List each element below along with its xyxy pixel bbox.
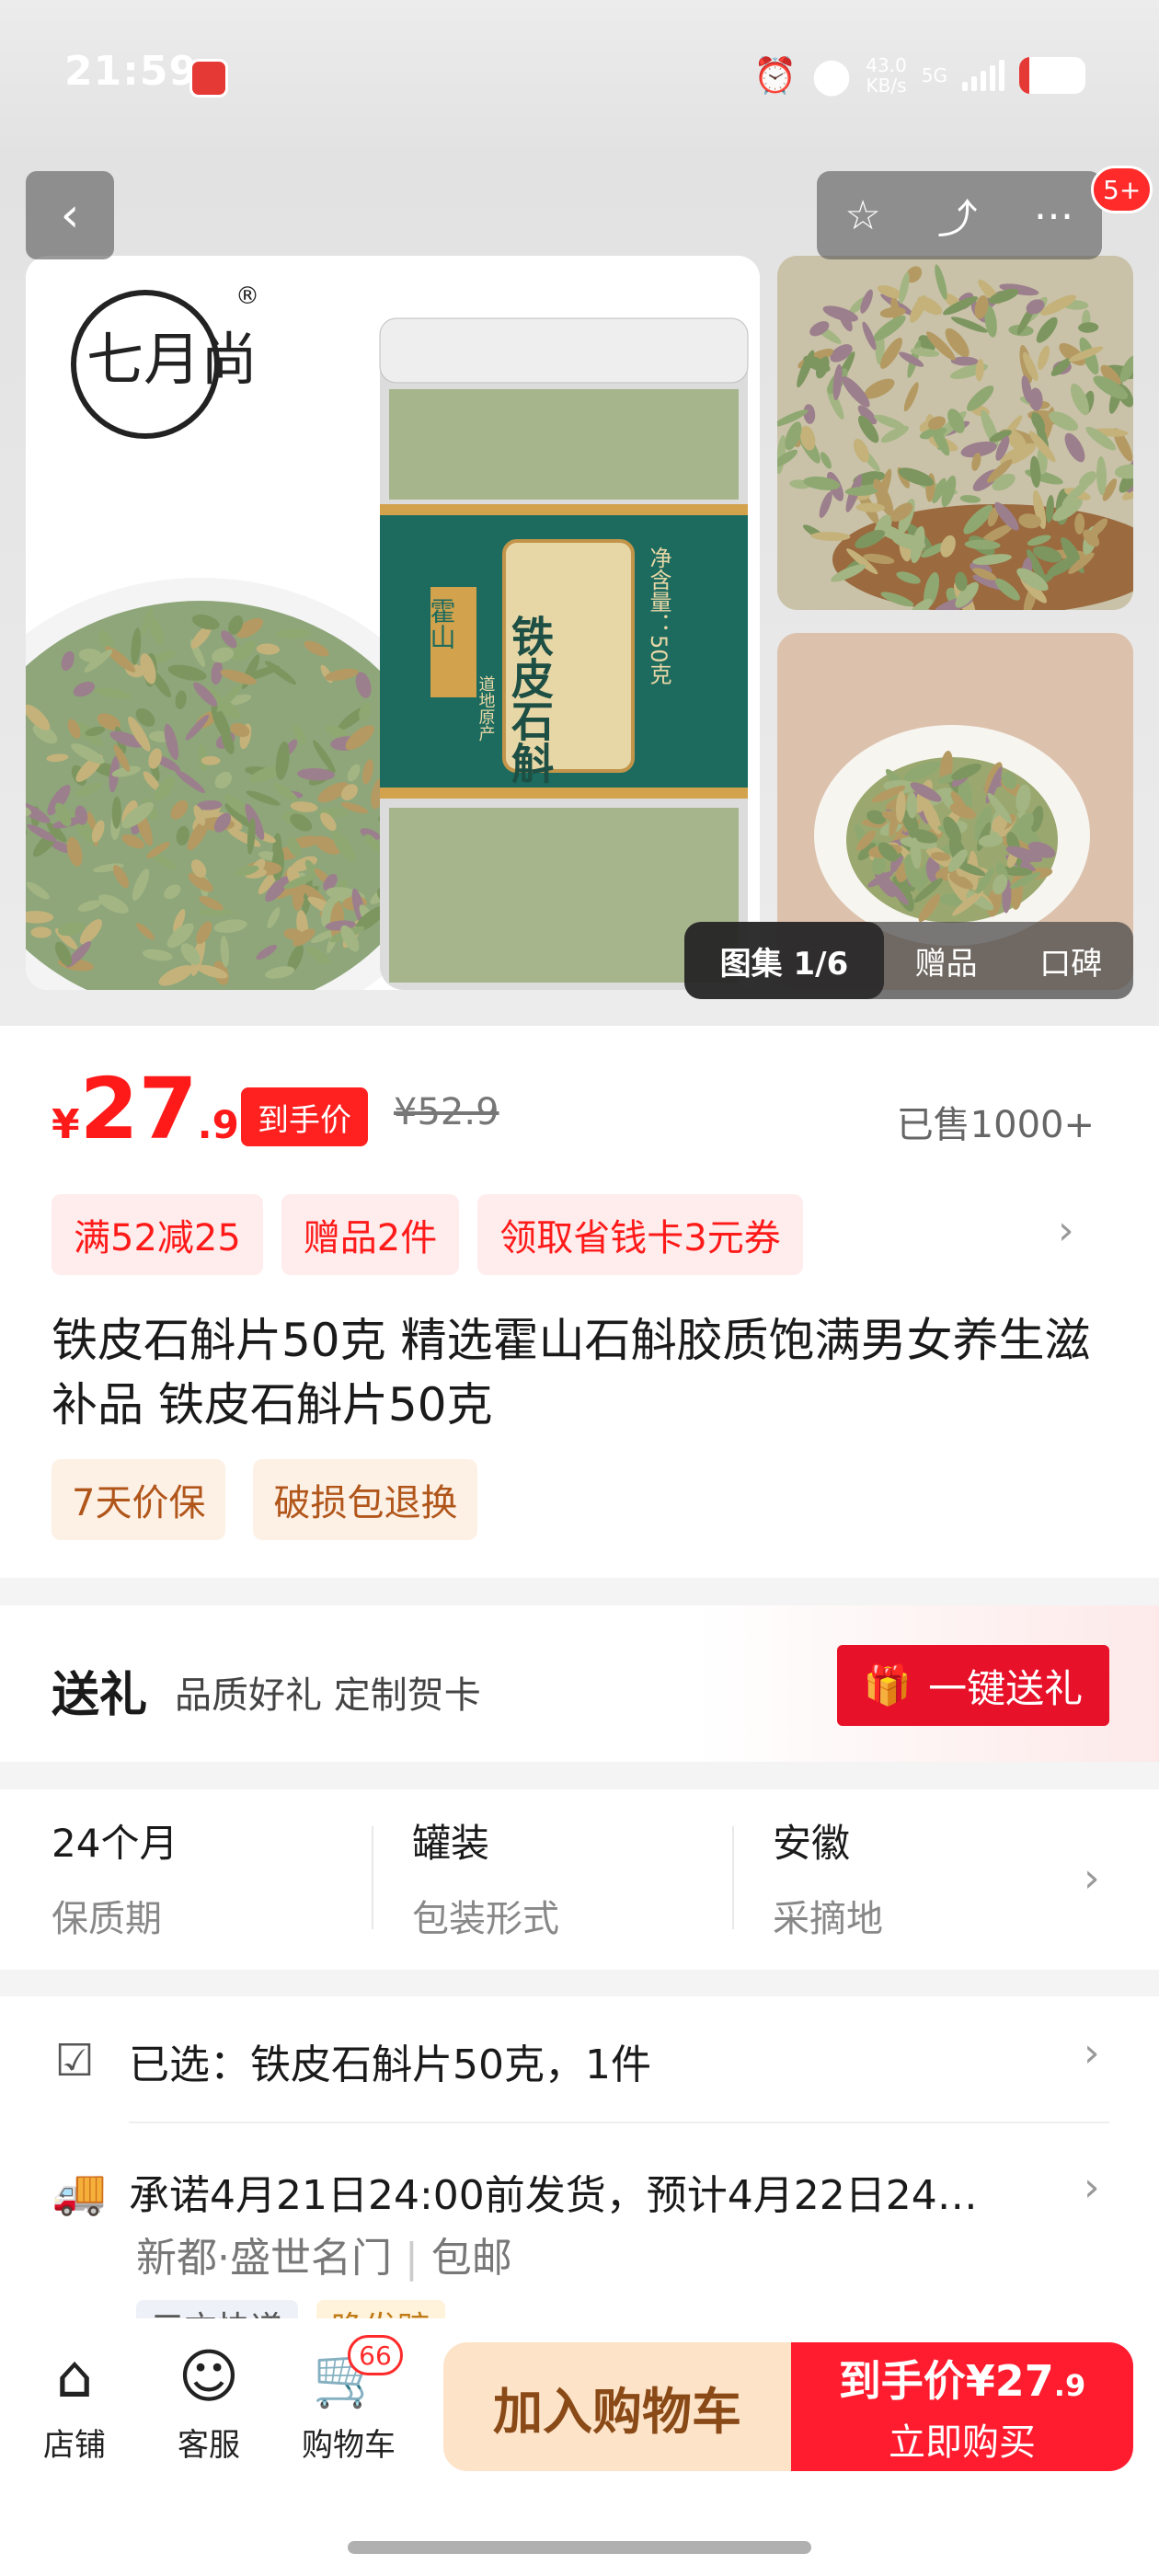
network-type: 5G bbox=[921, 64, 947, 86]
thumb-1-art bbox=[777, 256, 1133, 610]
sold-count: 已售1000+ bbox=[896, 1104, 1095, 1146]
service-price-protect[interactable]: 7天价保 bbox=[52, 1459, 226, 1540]
app-notification-icon bbox=[189, 59, 228, 98]
main-image-art: 七月尚 ® 铁皮石斛 霍山 道地原产 净含量：50克 bbox=[26, 256, 760, 990]
tab-gallery[interactable]: 图集 1/6 bbox=[684, 922, 884, 999]
status-time: 21:59 bbox=[64, 48, 199, 95]
gift-title: 送礼 bbox=[52, 1668, 148, 1723]
herb-leaf bbox=[30, 926, 52, 938]
more-icon[interactable]: ⋯ bbox=[1034, 192, 1074, 239]
brand-logo-text: 七月尚 bbox=[86, 326, 258, 393]
cart-count-badge: 66 bbox=[348, 2335, 403, 2375]
row-divider bbox=[129, 2122, 1109, 2123]
jar-label-net: 净含量：50克 bbox=[646, 546, 671, 685]
action-bar: ☆ ⤴ ⋯ bbox=[817, 171, 1102, 259]
truck-icon: 🚚 bbox=[52, 2166, 107, 2218]
home-indicator[interactable] bbox=[348, 2541, 811, 2554]
gift-subtitle: 品质好礼 定制贺卡 bbox=[175, 1674, 481, 1717]
buy-now-price: 到手价¥27.9 bbox=[838, 2356, 1086, 2406]
jar-label-side: 霍山 bbox=[427, 598, 457, 650]
back-button[interactable]: ‹ bbox=[26, 171, 114, 259]
promo-coupon[interactable]: 领取省钱卡3元券 bbox=[477, 1194, 803, 1275]
alarm-icon: ⏰ bbox=[753, 54, 798, 96]
share-icon[interactable]: ⤴ bbox=[937, 186, 978, 245]
battery-icon bbox=[1019, 57, 1085, 94]
checklist-icon: ☑ bbox=[54, 2035, 95, 2087]
add-to-cart-button[interactable]: 加入购物车 bbox=[443, 2342, 791, 2471]
spec-divider bbox=[372, 1826, 373, 1929]
chat-smile-icon: ☺ bbox=[178, 2343, 240, 2411]
jar-label-main: 铁皮石斛 bbox=[505, 615, 555, 784]
spec-shelf-life: 24个月 保质期 bbox=[52, 1821, 178, 1940]
promo-gifts[interactable]: 赠品2件 bbox=[281, 1194, 460, 1275]
service-damage-return[interactable]: 破损包退换 bbox=[253, 1459, 478, 1540]
final-price-tag: 到手价 bbox=[241, 1087, 368, 1146]
chevron-right-icon[interactable]: › bbox=[1084, 1855, 1100, 1902]
gallery-tabs: 图集 1/6 赠品 口碑 bbox=[684, 922, 1133, 999]
promo-list: 满52减25 赠品2件 领取省钱卡3元券 bbox=[52, 1194, 803, 1275]
main-product-image[interactable]: 七月尚 ® 铁皮石斛 霍山 道地原产 净含量：50克 bbox=[26, 256, 760, 990]
signal-icon bbox=[962, 60, 1004, 91]
spec-divider bbox=[732, 1826, 734, 1929]
store-icon: ⌂ bbox=[55, 2343, 94, 2411]
product-title: 铁皮石斛片50克 精选霍山石斛胶质饱满男女养生滋补品 铁皮石斛片50克 bbox=[52, 1314, 1091, 1432]
promo-discount[interactable]: 满52减25 bbox=[52, 1194, 263, 1275]
chevron-right-icon[interactable]: › bbox=[1084, 2030, 1100, 2076]
service-tags: 7天价保 破损包退换 bbox=[52, 1459, 478, 1540]
customer-service-button[interactable]: ☺ 客服 bbox=[158, 2342, 259, 2465]
spec-origin: 安徽 采摘地 bbox=[773, 1821, 883, 1940]
current-price: ¥ 27 .9 bbox=[52, 1060, 239, 1158]
status-icons: ⏰ ⬤ 43.0 KB/s 5G bbox=[753, 48, 1085, 103]
chevron-right-icon[interactable]: › bbox=[1058, 1207, 1074, 1254]
chevron-right-icon[interactable]: › bbox=[1084, 2164, 1100, 2211]
location-icon: ⬤ bbox=[811, 55, 852, 96]
send-gift-button[interactable]: 🎁 一键送礼 bbox=[837, 1645, 1109, 1726]
buy-now-button[interactable]: 到手价¥27.9 立即购买 bbox=[791, 2342, 1133, 2471]
tab-reviews[interactable]: 口碑 bbox=[1008, 938, 1133, 983]
original-price: ¥52.9 bbox=[394, 1091, 499, 1133]
shipping-row[interactable]: 🚚 承诺4月21日24:00前发货，预计4月22日24… bbox=[52, 2162, 978, 2221]
gift-icon: 🎁 bbox=[863, 1662, 912, 1708]
selected-variant-row[interactable]: ☑ 已选：铁皮石斛片50克，1件 bbox=[52, 2031, 651, 2090]
star-icon[interactable]: ☆ bbox=[844, 192, 880, 239]
net-speed: 43.0 KB/s bbox=[866, 54, 907, 97]
svg-text:®: ® bbox=[235, 282, 259, 310]
jar-label-sub: 道地原产 bbox=[476, 675, 496, 742]
gallery-thumb-1[interactable] bbox=[777, 256, 1133, 610]
notification-badge: 5+ bbox=[1091, 166, 1153, 213]
store-button[interactable]: ⌂ 店铺 bbox=[24, 2342, 125, 2465]
shipping-location: 新都·盛世名门 | 包邮 bbox=[136, 2235, 512, 2282]
tab-gift[interactable]: 赠品 bbox=[884, 938, 1009, 983]
herb-leaf bbox=[201, 755, 221, 765]
spec-packaging: 罐装 包装形式 bbox=[412, 1821, 559, 1940]
buy-now-label: 立即购买 bbox=[889, 2421, 1036, 2464]
back-icon: ‹ bbox=[60, 188, 80, 243]
